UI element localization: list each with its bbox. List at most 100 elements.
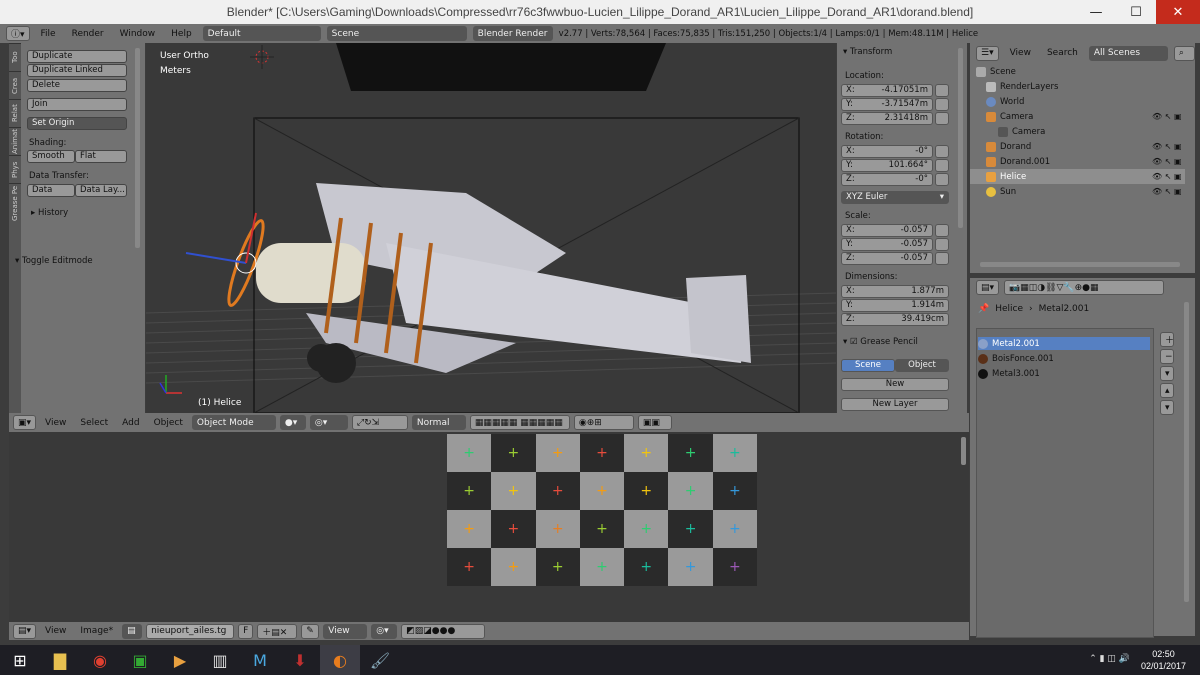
rotation-x-field[interactable]: X: -0° bbox=[841, 145, 933, 158]
lock-icon[interactable] bbox=[935, 98, 949, 111]
tab-animation[interactable]: Animat bbox=[9, 127, 21, 155]
lock-icon[interactable] bbox=[935, 238, 949, 251]
history-panel-header[interactable]: ▸ History bbox=[31, 208, 68, 218]
layers-icon[interactable]: ▦▦▦▦▦ ▦▦▦▦▦ bbox=[469, 415, 570, 430]
menu-object[interactable]: Object bbox=[149, 418, 188, 428]
outliner-type-icon[interactable]: ☰▾ bbox=[976, 45, 999, 61]
menu-view[interactable]: View bbox=[1005, 48, 1036, 58]
app-icon[interactable]: M bbox=[240, 645, 280, 675]
outliner-scrollbar[interactable] bbox=[980, 262, 1180, 267]
menu-image[interactable]: Image* bbox=[75, 626, 118, 636]
lock-icon[interactable] bbox=[935, 145, 949, 158]
3d-cursor-icon[interactable] bbox=[250, 45, 274, 69]
video-editor-icon[interactable]: ▥ bbox=[200, 645, 240, 675]
lock-icon[interactable] bbox=[935, 224, 949, 237]
duplicate-button[interactable]: Duplicate bbox=[27, 50, 127, 63]
render-preview-icon[interactable]: ▣▣ bbox=[637, 415, 672, 430]
toggle-editmode-panel[interactable]: ▾ Toggle Editmode bbox=[15, 256, 93, 266]
windows-start-icon[interactable]: ⊞ bbox=[0, 645, 40, 675]
snap-icon[interactable]: ◉⊕⊞ bbox=[573, 415, 634, 430]
duplicate-linked-button[interactable]: Duplicate Linked bbox=[27, 64, 127, 77]
menu-help[interactable]: Help bbox=[166, 29, 197, 39]
n-panel-scrollbar[interactable] bbox=[958, 48, 963, 228]
grease-pencil-panel-header[interactable]: ▾ ☑ Grease Pencil bbox=[843, 337, 918, 347]
material-slot[interactable]: Metal2.001 bbox=[978, 337, 1150, 350]
menu-search[interactable]: Search bbox=[1042, 48, 1083, 58]
properties-scrollbar[interactable] bbox=[1184, 302, 1189, 602]
transform-orientation-select[interactable]: Normal bbox=[411, 415, 466, 430]
browse-image-icon[interactable]: ▤ bbox=[122, 623, 143, 639]
menu-window[interactable]: Window bbox=[115, 29, 161, 39]
lock-icon[interactable] bbox=[935, 159, 949, 172]
menu-select[interactable]: Select bbox=[75, 418, 113, 428]
rotation-mode-dropdown[interactable]: XYZ Euler ▾ bbox=[841, 191, 949, 204]
updater-icon[interactable]: ⬇ bbox=[280, 645, 320, 675]
lock-icon[interactable] bbox=[935, 252, 949, 265]
display-channels-icons[interactable]: ◩▨◪●●● bbox=[401, 623, 486, 639]
rotation-y-field[interactable]: Y: 101.664° bbox=[841, 159, 933, 172]
fake-user-button[interactable]: F bbox=[238, 623, 254, 639]
outliner-item-world[interactable]: World bbox=[970, 94, 1185, 109]
transform-panel-header[interactable]: ▾ Transform bbox=[843, 47, 892, 57]
image-name-field[interactable]: nieuport_ailes.tg bbox=[146, 623, 235, 639]
pivot-point-icon[interactable]: ◎▾ bbox=[309, 415, 348, 430]
search-icon[interactable]: ⌕ bbox=[1173, 45, 1195, 61]
editor-type-icon[interactable]: ▣▾ bbox=[13, 415, 37, 430]
outliner-item-scene[interactable]: Scene bbox=[970, 64, 1185, 79]
grease-pencil-scene-button[interactable]: Scene bbox=[841, 359, 895, 372]
smooth-button[interactable]: Smooth bbox=[27, 150, 75, 163]
dimension-z-field[interactable]: Z: 39.419cm bbox=[841, 313, 949, 326]
dimension-x-field[interactable]: X: 1.877m bbox=[841, 285, 949, 298]
minimize-button[interactable]: — bbox=[1076, 0, 1116, 24]
data-layers-button[interactable]: Data Lay... bbox=[75, 184, 127, 197]
render-engine-select[interactable]: Blender Render bbox=[472, 26, 553, 41]
lock-icon[interactable] bbox=[935, 173, 949, 186]
chrome-icon[interactable]: ◉ bbox=[80, 645, 120, 675]
display-mode-dropdown[interactable]: All Scenes bbox=[1088, 45, 1168, 61]
store-icon[interactable]: ▣ bbox=[120, 645, 160, 675]
taskbar-clock[interactable]: 02:50 02/01/2017 bbox=[1141, 648, 1186, 672]
scale-z-field[interactable]: Z: -0.057 bbox=[841, 252, 933, 265]
paint-icon[interactable]: 🖌 bbox=[360, 645, 400, 675]
file-explorer-icon[interactable]: ▇ bbox=[40, 645, 80, 675]
uv-image-editor[interactable]: + + + + + + + + + + + + + + + + + + + + + + + + + + + + bbox=[9, 432, 969, 622]
tab-create[interactable]: Crea bbox=[9, 71, 21, 99]
scale-y-field[interactable]: Y: -0.057 bbox=[841, 238, 933, 251]
image-editor-scrollbar[interactable] bbox=[961, 437, 966, 465]
tab-relations[interactable]: Relat bbox=[9, 99, 21, 127]
airplane-model[interactable] bbox=[223, 183, 751, 383]
menu-file[interactable]: File bbox=[36, 29, 61, 39]
manipulator-icons[interactable]: ⤢↻⇲ bbox=[351, 415, 408, 430]
add-slot-button[interactable]: ＋ bbox=[1160, 332, 1174, 347]
layout-selector[interactable]: Default bbox=[202, 26, 321, 41]
remove-slot-button[interactable]: − bbox=[1160, 349, 1174, 364]
material-slot[interactable]: Metal3.001 bbox=[978, 367, 1150, 380]
location-y-field[interactable]: Y: -3.71547m bbox=[841, 98, 933, 111]
blender-icon[interactable]: ◐ bbox=[320, 645, 360, 675]
menu-view[interactable]: View bbox=[40, 626, 71, 636]
image-editor-type-icon[interactable]: ▤▾ bbox=[13, 623, 37, 639]
pivot-icon[interactable]: ◎▾ bbox=[371, 623, 398, 639]
location-x-field[interactable]: X: -4.17051m bbox=[841, 84, 933, 97]
scene-selector[interactable]: Scene bbox=[326, 26, 467, 41]
dimension-y-field[interactable]: Y: 1.914m bbox=[841, 299, 949, 312]
data-transfer-button[interactable]: Data bbox=[27, 184, 75, 197]
pin-icon[interactable]: 📌 bbox=[978, 304, 989, 314]
media-player-icon[interactable]: ▶ bbox=[160, 645, 200, 675]
tab-grease-pencil[interactable]: Grease Pe bbox=[9, 183, 21, 223]
properties-type-icon[interactable]: ▤▾ bbox=[976, 280, 1000, 295]
menu-view[interactable]: View bbox=[40, 418, 71, 428]
scale-x-field[interactable]: X: -0.057 bbox=[841, 224, 933, 237]
pin-icon[interactable]: ✎ bbox=[301, 623, 320, 639]
view-mode-dropdown[interactable]: View bbox=[323, 623, 368, 639]
grease-pencil-new-button[interactable]: New bbox=[841, 378, 949, 391]
flat-button[interactable]: Flat bbox=[75, 150, 127, 163]
properties-context-tabs[interactable]: 📷▦◫◑⛓▽🔧⊕●▦ bbox=[1004, 280, 1164, 295]
visibility-toggles[interactable]: 👁 ↖ ▣ 👁 ↖ ▣ 👁 ↖ ▣ 👁 ↖ ▣ 👁 ↖ ▣ bbox=[1152, 109, 1182, 199]
menu-add[interactable]: Add bbox=[117, 418, 144, 428]
3d-viewport[interactable]: User Ortho Meters (1) Helice bbox=[146, 43, 836, 413]
image-actions-icons[interactable]: ＋▤✕ bbox=[257, 623, 298, 639]
slot-menu-button[interactable]: ▾ bbox=[1160, 366, 1174, 381]
outliner-item-renderlayers[interactable]: RenderLayers bbox=[970, 79, 1185, 94]
menu-render[interactable]: Render bbox=[67, 29, 109, 39]
